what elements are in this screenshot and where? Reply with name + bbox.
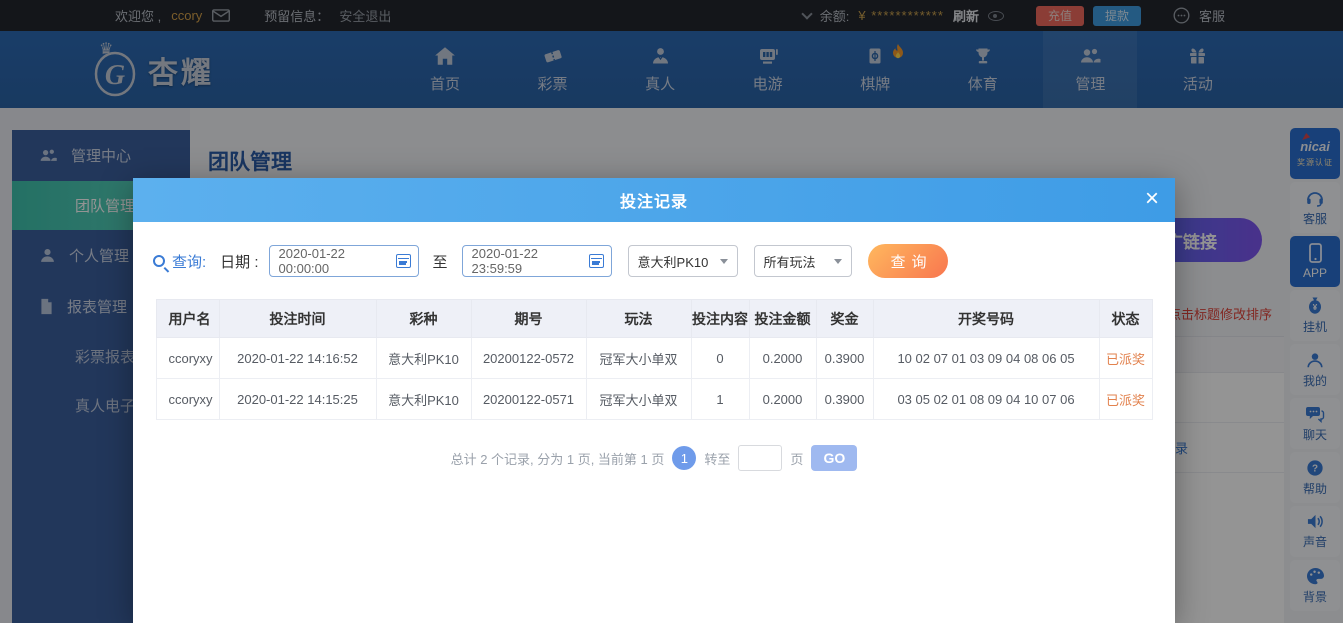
goto-label: 转至 [704,449,730,468]
table-header-row: 用户名 投注时间 彩种 期号 玩法 投注内容 投注金额 奖金 开奖号码 状态 [156,300,1152,338]
status-badge: 已派奖 [1099,338,1152,379]
playtype-select[interactable]: 所有玩法 [754,245,852,277]
col-amount[interactable]: 投注金额 [749,300,816,338]
table-row: ccoryxy 2020-01-22 14:15:25 意大利PK10 2020… [156,379,1152,420]
search-toolbar: 查询: 日期 : 2020-01-22 00:00:00 至 2020-01-2… [153,244,1175,278]
calendar-icon[interactable] [589,254,604,268]
date-from-input[interactable]: 2020-01-22 00:00:00 [269,245,419,277]
page-unit-label: 页 [790,449,803,468]
search-button[interactable]: 查询 [868,244,948,278]
lottery-select[interactable]: 意大利PK10 [628,245,738,277]
pagination: 总计 2 个记录, 分为 1 页, 当前第 1 页 1 转至 页 GO [133,445,1175,471]
col-content[interactable]: 投注内容 [691,300,749,338]
col-prize[interactable]: 奖金 [816,300,873,338]
col-play[interactable]: 玩法 [586,300,691,338]
query-label: 查询: [172,251,206,272]
date-to-input[interactable]: 2020-01-22 23:59:59 [462,245,612,277]
col-status[interactable]: 状态 [1099,300,1152,338]
col-draw-numbers[interactable]: 开奖号码 [873,300,1099,338]
page-number-button[interactable]: 1 [672,446,696,470]
bet-records-modal: 投注记录 × 查询: 日期 : 2020-01-22 00:00:00 至 20… [133,178,1175,623]
modal-header: 投注记录 × [133,178,1175,222]
col-lottery[interactable]: 彩种 [376,300,471,338]
date-label: 日期 : [220,251,258,272]
goto-page-input[interactable] [738,445,782,471]
search-icon [153,255,165,267]
status-badge: 已派奖 [1099,379,1152,420]
col-bet-time[interactable]: 投注时间 [219,300,376,338]
col-issue[interactable]: 期号 [471,300,586,338]
modal-title: 投注记录 [620,188,688,212]
calendar-icon[interactable] [396,254,411,268]
col-username[interactable]: 用户名 [156,300,219,338]
to-label: 至 [433,251,448,272]
table-row: ccoryxy 2020-01-22 14:16:52 意大利PK10 2020… [156,338,1152,379]
close-icon[interactable]: × [1145,185,1159,213]
caret-down-icon [834,259,842,264]
go-button[interactable]: GO [811,445,857,471]
pagination-summary: 总计 2 个记录, 分为 1 页, 当前第 1 页 [451,449,665,468]
caret-down-icon [720,259,728,264]
bet-records-table: 用户名 投注时间 彩种 期号 玩法 投注内容 投注金额 奖金 开奖号码 状态 c… [156,299,1153,420]
